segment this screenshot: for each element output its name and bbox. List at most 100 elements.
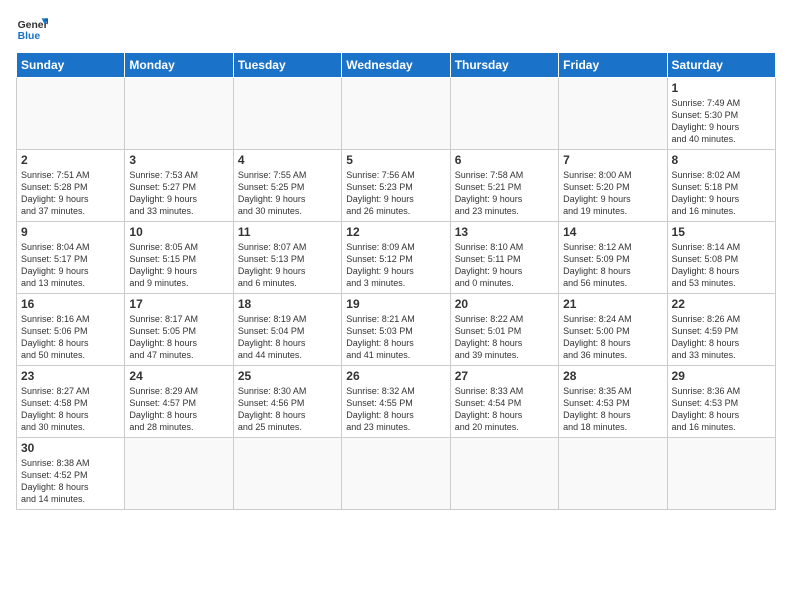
svg-text:Blue: Blue bbox=[18, 31, 41, 42]
day-number: 15 bbox=[672, 225, 771, 239]
calendar-cell: 15 Sunrise: 8:14 AM Sunset: 5:08 PM Dayli… bbox=[667, 222, 775, 294]
calendar-cell bbox=[450, 78, 558, 150]
day-number: 14 bbox=[563, 225, 662, 239]
calendar-cell: 20 Sunrise: 8:22 AM Sunset: 5:01 PM Dayli… bbox=[450, 294, 558, 366]
day-info: Sunrise: 8:12 AM Sunset: 5:09 PM Dayligh… bbox=[563, 241, 662, 290]
day-number: 5 bbox=[346, 153, 445, 167]
day-info: Sunrise: 8:32 AM Sunset: 4:55 PM Dayligh… bbox=[346, 385, 445, 434]
calendar-cell: 22 Sunrise: 8:26 AM Sunset: 4:59 PM Dayli… bbox=[667, 294, 775, 366]
day-info: Sunrise: 8:02 AM Sunset: 5:18 PM Dayligh… bbox=[672, 169, 771, 218]
day-info: Sunrise: 8:24 AM Sunset: 5:00 PM Dayligh… bbox=[563, 313, 662, 362]
calendar-cell: 10 Sunrise: 8:05 AM Sunset: 5:15 PM Dayli… bbox=[125, 222, 233, 294]
day-info: Sunrise: 8:00 AM Sunset: 5:20 PM Dayligh… bbox=[563, 169, 662, 218]
day-number: 30 bbox=[21, 441, 120, 455]
calendar-cell: 30Sunrise: 8:38 AM Sunset: 4:52 PM Dayli… bbox=[17, 438, 125, 510]
day-number: 20 bbox=[455, 297, 554, 311]
calendar-cell: 4Sunrise: 7:55 AM Sunset: 5:25 PM Daylig… bbox=[233, 150, 341, 222]
calendar-cell bbox=[342, 438, 450, 510]
day-info: Sunrise: 7:51 AM Sunset: 5:28 PM Dayligh… bbox=[21, 169, 120, 218]
calendar-cell: 18 Sunrise: 8:19 AM Sunset: 5:04 PM Dayli… bbox=[233, 294, 341, 366]
calendar-cell bbox=[450, 438, 558, 510]
day-number: 2 bbox=[21, 153, 120, 167]
day-number: 8 bbox=[672, 153, 771, 167]
day-number: 28 bbox=[563, 369, 662, 383]
day-number: 3 bbox=[129, 153, 228, 167]
weekday-header-thursday: Thursday bbox=[450, 53, 558, 78]
calendar-cell: 17 Sunrise: 8:17 AM Sunset: 5:05 PM Dayli… bbox=[125, 294, 233, 366]
weekday-header-monday: Monday bbox=[125, 53, 233, 78]
calendar-cell: 12 Sunrise: 8:09 AM Sunset: 5:12 PM Dayli… bbox=[342, 222, 450, 294]
calendar-cell bbox=[342, 78, 450, 150]
calendar-cell: 5 Sunrise: 7:56 AM Sunset: 5:23 PM Daylig… bbox=[342, 150, 450, 222]
day-number: 21 bbox=[563, 297, 662, 311]
day-number: 7 bbox=[563, 153, 662, 167]
page: General Blue SundayMondayTuesdayWednesda… bbox=[0, 0, 792, 612]
calendar-week-row: 1Sunrise: 7:49 AM Sunset: 5:30 PM Daylig… bbox=[17, 78, 776, 150]
calendar-cell: 24 Sunrise: 8:29 AM Sunset: 4:57 PM Dayli… bbox=[125, 366, 233, 438]
day-info: Sunrise: 8:14 AM Sunset: 5:08 PM Dayligh… bbox=[672, 241, 771, 290]
day-number: 10 bbox=[129, 225, 228, 239]
day-info: Sunrise: 8:05 AM Sunset: 5:15 PM Dayligh… bbox=[129, 241, 228, 290]
day-number: 9 bbox=[21, 225, 120, 239]
calendar-cell: 26Sunrise: 8:32 AM Sunset: 4:55 PM Dayli… bbox=[342, 366, 450, 438]
calendar-cell: 8 Sunrise: 8:02 AM Sunset: 5:18 PM Daylig… bbox=[667, 150, 775, 222]
calendar-cell: 2 Sunrise: 7:51 AM Sunset: 5:28 PM Daylig… bbox=[17, 150, 125, 222]
day-info: Sunrise: 8:04 AM Sunset: 5:17 PM Dayligh… bbox=[21, 241, 120, 290]
day-number: 18 bbox=[238, 297, 337, 311]
day-info: Sunrise: 8:16 AM Sunset: 5:06 PM Dayligh… bbox=[21, 313, 120, 362]
calendar-cell: 11 Sunrise: 8:07 AM Sunset: 5:13 PM Dayli… bbox=[233, 222, 341, 294]
header: General Blue bbox=[16, 12, 776, 44]
day-info: Sunrise: 7:49 AM Sunset: 5:30 PM Dayligh… bbox=[672, 97, 771, 146]
day-info: Sunrise: 7:58 AM Sunset: 5:21 PM Dayligh… bbox=[455, 169, 554, 218]
logo-icon: General Blue bbox=[16, 12, 48, 44]
day-info: Sunrise: 8:21 AM Sunset: 5:03 PM Dayligh… bbox=[346, 313, 445, 362]
calendar-week-row: 30Sunrise: 8:38 AM Sunset: 4:52 PM Dayli… bbox=[17, 438, 776, 510]
day-number: 13 bbox=[455, 225, 554, 239]
day-info: Sunrise: 8:26 AM Sunset: 4:59 PM Dayligh… bbox=[672, 313, 771, 362]
calendar-cell bbox=[125, 78, 233, 150]
calendar-cell bbox=[667, 438, 775, 510]
day-info: Sunrise: 8:33 AM Sunset: 4:54 PM Dayligh… bbox=[455, 385, 554, 434]
calendar-cell bbox=[233, 438, 341, 510]
day-number: 12 bbox=[346, 225, 445, 239]
day-number: 11 bbox=[238, 225, 337, 239]
calendar-cell: 3 Sunrise: 7:53 AM Sunset: 5:27 PM Daylig… bbox=[125, 150, 233, 222]
weekday-header-saturday: Saturday bbox=[667, 53, 775, 78]
calendar-cell: 14 Sunrise: 8:12 AM Sunset: 5:09 PM Dayli… bbox=[559, 222, 667, 294]
day-info: Sunrise: 7:56 AM Sunset: 5:23 PM Dayligh… bbox=[346, 169, 445, 218]
weekday-header-sunday: Sunday bbox=[17, 53, 125, 78]
calendar-cell: 27Sunrise: 8:33 AM Sunset: 4:54 PM Dayli… bbox=[450, 366, 558, 438]
day-number: 16 bbox=[21, 297, 120, 311]
day-info: Sunrise: 7:53 AM Sunset: 5:27 PM Dayligh… bbox=[129, 169, 228, 218]
calendar-cell: 9 Sunrise: 8:04 AM Sunset: 5:17 PM Daylig… bbox=[17, 222, 125, 294]
day-info: Sunrise: 8:17 AM Sunset: 5:05 PM Dayligh… bbox=[129, 313, 228, 362]
calendar-cell bbox=[125, 438, 233, 510]
day-number: 6 bbox=[455, 153, 554, 167]
calendar-week-row: 16 Sunrise: 8:16 AM Sunset: 5:06 PM Dayli… bbox=[17, 294, 776, 366]
day-number: 4 bbox=[238, 153, 337, 167]
calendar-week-row: 2 Sunrise: 7:51 AM Sunset: 5:28 PM Daylig… bbox=[17, 150, 776, 222]
day-info: Sunrise: 8:29 AM Sunset: 4:57 PM Dayligh… bbox=[129, 385, 228, 434]
day-info: Sunrise: 8:07 AM Sunset: 5:13 PM Dayligh… bbox=[238, 241, 337, 290]
day-info: Sunrise: 8:09 AM Sunset: 5:12 PM Dayligh… bbox=[346, 241, 445, 290]
calendar-cell: 29Sunrise: 8:36 AM Sunset: 4:53 PM Dayli… bbox=[667, 366, 775, 438]
calendar-cell bbox=[559, 78, 667, 150]
calendar-cell: 6 Sunrise: 7:58 AM Sunset: 5:21 PM Daylig… bbox=[450, 150, 558, 222]
calendar-week-row: 9 Sunrise: 8:04 AM Sunset: 5:17 PM Daylig… bbox=[17, 222, 776, 294]
calendar-week-row: 23 Sunrise: 8:27 AM Sunset: 4:58 PM Dayli… bbox=[17, 366, 776, 438]
weekday-header-wednesday: Wednesday bbox=[342, 53, 450, 78]
day-info: Sunrise: 8:19 AM Sunset: 5:04 PM Dayligh… bbox=[238, 313, 337, 362]
calendar-cell: 7 Sunrise: 8:00 AM Sunset: 5:20 PM Daylig… bbox=[559, 150, 667, 222]
day-number: 19 bbox=[346, 297, 445, 311]
weekday-header-friday: Friday bbox=[559, 53, 667, 78]
calendar-cell: 1Sunrise: 7:49 AM Sunset: 5:30 PM Daylig… bbox=[667, 78, 775, 150]
day-number: 23 bbox=[21, 369, 120, 383]
day-info: Sunrise: 8:10 AM Sunset: 5:11 PM Dayligh… bbox=[455, 241, 554, 290]
calendar-cell bbox=[17, 78, 125, 150]
day-number: 17 bbox=[129, 297, 228, 311]
calendar-cell: 13 Sunrise: 8:10 AM Sunset: 5:11 PM Dayli… bbox=[450, 222, 558, 294]
day-info: Sunrise: 8:22 AM Sunset: 5:01 PM Dayligh… bbox=[455, 313, 554, 362]
day-number: 22 bbox=[672, 297, 771, 311]
day-info: Sunrise: 8:27 AM Sunset: 4:58 PM Dayligh… bbox=[21, 385, 120, 434]
day-number: 24 bbox=[129, 369, 228, 383]
